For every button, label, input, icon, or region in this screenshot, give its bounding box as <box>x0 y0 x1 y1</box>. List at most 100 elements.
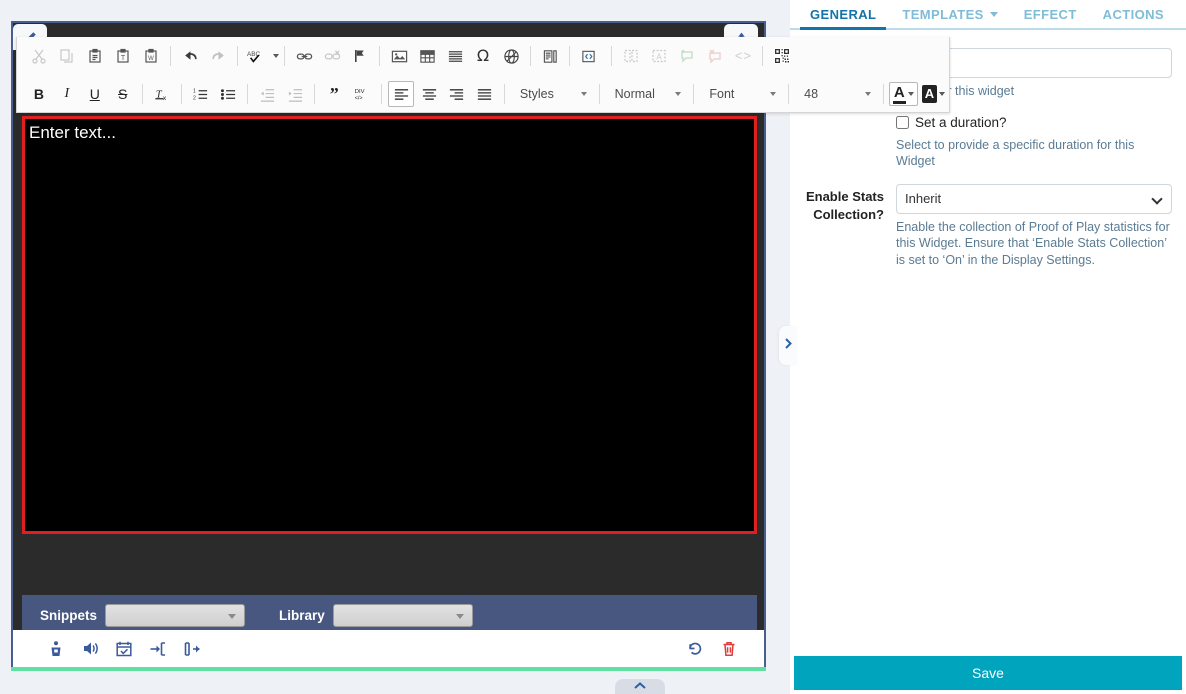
duration-checkbox-line[interactable]: Set a duration? <box>896 114 1172 132</box>
show-blocks-icon[interactable] <box>618 43 644 69</box>
bg-color-glyph: A <box>922 85 937 103</box>
qr-code-icon[interactable] <box>769 43 795 69</box>
text-canvas[interactable]: Enter text... <box>22 116 757 534</box>
revert-icon[interactable] <box>678 634 712 664</box>
align-right-icon[interactable] <box>444 81 470 107</box>
paragraph-format-combo[interactable]: Normal <box>605 82 689 106</box>
font-name-combo[interactable]: Font <box>699 82 783 106</box>
save-bar: Save <box>794 656 1182 690</box>
align-left-icon[interactable] <box>388 81 414 107</box>
widget-properties-icon[interactable] <box>39 634 73 664</box>
audio-icon[interactable] <box>73 634 107 664</box>
code-snippet-icon[interactable]: < > <box>730 43 756 69</box>
underline-icon[interactable]: U <box>82 81 108 107</box>
panel-collapse-tab[interactable] <box>779 326 797 365</box>
image-icon[interactable] <box>386 43 412 69</box>
tab-general[interactable]: GENERAL <box>797 7 889 28</box>
save-button[interactable]: Save <box>794 656 1182 690</box>
italic-icon[interactable]: I <box>54 81 80 107</box>
paste-from-word-icon[interactable]: W <box>138 43 164 69</box>
chevron-up-icon <box>633 677 647 694</box>
transition-out-icon[interactable] <box>175 634 209 664</box>
rich-text-toolbar: T W ABC <box>16 37 950 113</box>
toolbar-separator <box>569 46 570 66</box>
tab-general-label: GENERAL <box>810 7 876 22</box>
font-size-combo[interactable]: 48 <box>794 82 878 106</box>
toolbar-separator <box>883 84 884 104</box>
source-button[interactable] <box>575 43 606 69</box>
align-center-icon[interactable] <box>416 81 442 107</box>
tab-effect[interactable]: EFFECT <box>1011 7 1090 28</box>
background-color-button[interactable]: A <box>918 82 949 106</box>
stats-collection-select[interactable]: Inherit <box>896 184 1172 214</box>
toolbar-separator <box>611 46 612 66</box>
page-break-icon[interactable] <box>537 43 563 69</box>
styles-combo[interactable]: Styles <box>510 82 594 106</box>
strikethrough-icon[interactable]: S <box>110 81 136 107</box>
special-character-icon[interactable]: Ω <box>470 43 496 69</box>
paragraph-format-label: Normal <box>615 87 655 101</box>
bottom-expand-tab[interactable] <box>615 679 665 694</box>
stats-label: Enable Stats Collection? <box>804 184 896 269</box>
paste-icon[interactable] <box>82 43 108 69</box>
decrease-indent-icon[interactable] <box>254 81 280 107</box>
spellcheck-caret-icon[interactable] <box>273 54 279 58</box>
redo-icon[interactable] <box>205 43 231 69</box>
canvas-placeholder-text: Enter text... <box>25 119 754 143</box>
font-name-label: Font <box>709 87 734 101</box>
numbered-list-icon[interactable]: 12 <box>188 81 214 107</box>
bold-glyph: B <box>34 86 44 102</box>
paste-as-plain-text-icon[interactable]: T <box>110 43 136 69</box>
div-container-icon[interactable]: DIV</> <box>349 81 375 107</box>
anchor-flag-icon[interactable] <box>347 43 373 69</box>
transition-in-icon[interactable] <box>141 634 175 664</box>
svg-text:ABC: ABC <box>247 51 260 58</box>
strikethrough-glyph: S <box>118 86 127 102</box>
svg-text:1: 1 <box>193 88 196 94</box>
blockquote-icon[interactable]: ” <box>321 81 347 107</box>
snippets-select[interactable] <box>105 604 245 627</box>
add-comment-icon[interactable] <box>674 43 700 69</box>
svg-text:A: A <box>656 53 662 62</box>
copy-icon[interactable] <box>54 43 80 69</box>
remove-comment-icon[interactable] <box>702 43 728 69</box>
italic-glyph: I <box>65 86 70 102</box>
editor-pane: Enter text... Snippets Library <box>0 0 790 694</box>
remove-format-icon[interactable]: Tx <box>149 81 175 107</box>
bulleted-list-icon[interactable] <box>216 81 242 107</box>
link-icon[interactable] <box>291 43 317 69</box>
text-color-button[interactable]: A <box>889 82 918 106</box>
chevron-down-icon <box>939 92 945 96</box>
bold-icon[interactable]: B <box>26 81 52 107</box>
tab-templates[interactable]: TEMPLATES <box>889 7 1010 28</box>
set-duration-checkbox[interactable] <box>896 116 909 129</box>
svg-text:DIV: DIV <box>355 89 365 95</box>
table-icon[interactable] <box>414 43 440 69</box>
snippets-label: Snippets <box>40 608 97 623</box>
toolbar-separator <box>170 46 171 66</box>
horizontal-rule-icon[interactable] <box>442 43 468 69</box>
justify-icon[interactable] <box>472 81 498 107</box>
toolbar-separator <box>762 46 763 66</box>
tab-actions-label: ACTIONS <box>1103 7 1164 22</box>
increase-indent-icon[interactable] <box>282 81 308 107</box>
tab-actions[interactable]: ACTIONS <box>1090 7 1177 28</box>
tab-templates-label: TEMPLATES <box>902 7 983 22</box>
delete-icon[interactable] <box>712 634 746 664</box>
svg-text:T: T <box>121 55 126 62</box>
editor-action-bar <box>11 630 766 667</box>
unlink-icon[interactable] <box>319 43 345 69</box>
toolbar-row-1: T W ABC <box>17 37 949 75</box>
spellcheck-icon[interactable]: ABC <box>244 43 270 69</box>
duration-label-spacer <box>804 114 896 170</box>
select-all-icon[interactable]: A <box>646 43 672 69</box>
stats-select-wrapper: Inherit <box>896 184 1172 214</box>
library-select[interactable] <box>333 604 473 627</box>
toolbar-separator <box>788 84 789 104</box>
undo-icon[interactable] <box>177 43 203 69</box>
iframe-globe-icon[interactable] <box>498 43 524 69</box>
expiry-calendar-icon[interactable] <box>107 634 141 664</box>
toolbar-separator <box>379 46 380 66</box>
toolbar-separator <box>142 84 143 104</box>
cut-icon[interactable] <box>26 43 52 69</box>
